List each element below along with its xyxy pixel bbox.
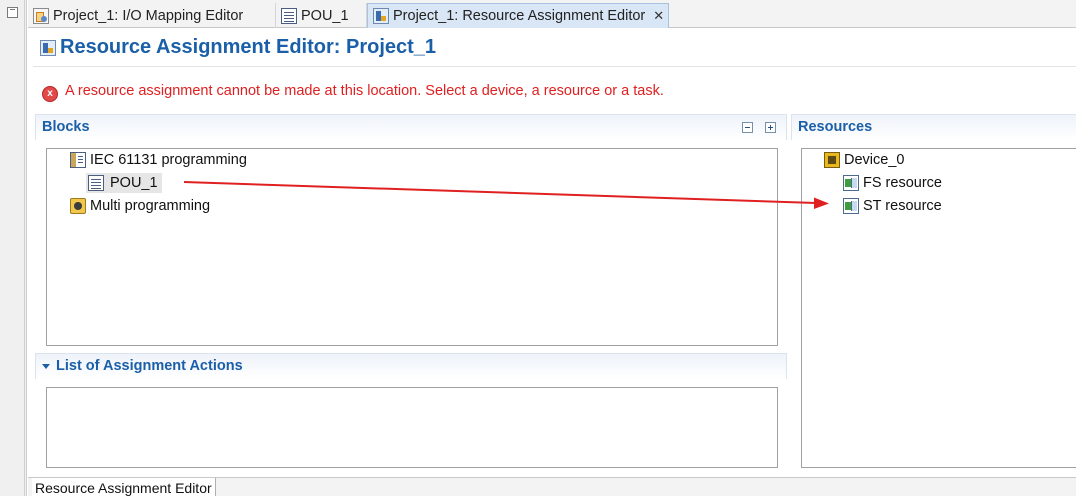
editor-header: Resource Assignment Editor: Project_1 (40, 36, 436, 59)
tree-item-st-resource[interactable]: ST resource (843, 196, 942, 216)
tree-item-label: FS resource (863, 175, 942, 191)
editor-tab-bar: Project_1: I/O Mapping Editor POU_1 Proj… (28, 0, 1076, 28)
blocks-section-header: Blocks (35, 114, 787, 140)
tab-label: Project_1: Resource Assignment Editor (393, 8, 646, 24)
tab-pou-1[interactable]: POU_1 (276, 3, 367, 28)
tree-item-label: POU_1 (110, 175, 158, 191)
assignment-actions-toggle[interactable]: List of Assignment Actions (42, 358, 243, 374)
tree-item-label: IEC 61131 programming (90, 152, 247, 168)
close-tab-icon[interactable]: ✕ (653, 8, 664, 24)
error-icon: x (42, 86, 58, 102)
trim-divider (24, 0, 25, 496)
tree-item-multi-programming[interactable]: Multi programming (70, 196, 210, 216)
resource-icon (843, 198, 859, 214)
header-divider (33, 66, 1076, 67)
io-mapping-icon (33, 7, 49, 24)
assignment-actions-section-header[interactable]: List of Assignment Actions (35, 353, 787, 379)
tree-item-device-0[interactable]: Device_0 (824, 150, 904, 170)
device-icon (824, 152, 840, 168)
collapse-all-icon[interactable] (742, 122, 753, 133)
tree-item-label: Multi programming (90, 198, 211, 214)
resource-assignment-icon (40, 39, 56, 56)
resource-assignment-icon (373, 8, 389, 24)
blocks-section-title: Blocks (42, 119, 90, 135)
iec-programming-icon (70, 152, 86, 168)
error-message-row: x A resource assignment cannot be made a… (42, 80, 664, 102)
left-trim-bar (0, 0, 27, 496)
tree-item-label: ST resource (863, 198, 942, 214)
tab-label: POU_1 (301, 7, 349, 24)
chevron-down-icon (42, 363, 50, 369)
error-message: A resource assignment cannot be made at … (65, 83, 664, 99)
restore-view-icon[interactable] (7, 7, 18, 18)
tree-item-label: Device_0 (844, 152, 905, 168)
tree-item-iec-61131-programming[interactable]: IEC 61131 programming (70, 150, 247, 170)
tab-io-mapping-editor[interactable]: Project_1: I/O Mapping Editor (28, 3, 276, 28)
tab-label: Project_1: I/O Mapping Editor (53, 7, 244, 24)
resources-section-header: Resources (791, 114, 1076, 140)
editor-page-tabs: Resource Assignment Editor (28, 477, 1076, 496)
pou-document-icon (88, 175, 104, 191)
tree-item-pou-1[interactable]: POU_1 (86, 173, 162, 193)
editor-window: Project_1: I/O Mapping Editor POU_1 Proj… (0, 0, 1076, 496)
tree-item-fs-resource[interactable]: FS resource (843, 173, 942, 193)
pou-document-icon (281, 7, 297, 24)
resource-icon (843, 175, 859, 191)
page-title: Resource Assignment Editor: Project_1 (60, 36, 437, 58)
multi-programming-icon (70, 198, 86, 214)
assignment-actions-title: List of Assignment Actions (56, 358, 243, 374)
resources-section-title: Resources (798, 119, 873, 135)
expand-all-icon[interactable] (765, 122, 776, 133)
page-tab-resource-assignment-editor[interactable]: Resource Assignment Editor (32, 478, 216, 496)
assignment-actions-list[interactable] (46, 387, 778, 468)
tab-resource-assignment-editor[interactable]: Project_1: Resource Assignment Editor ✕ (367, 3, 669, 28)
